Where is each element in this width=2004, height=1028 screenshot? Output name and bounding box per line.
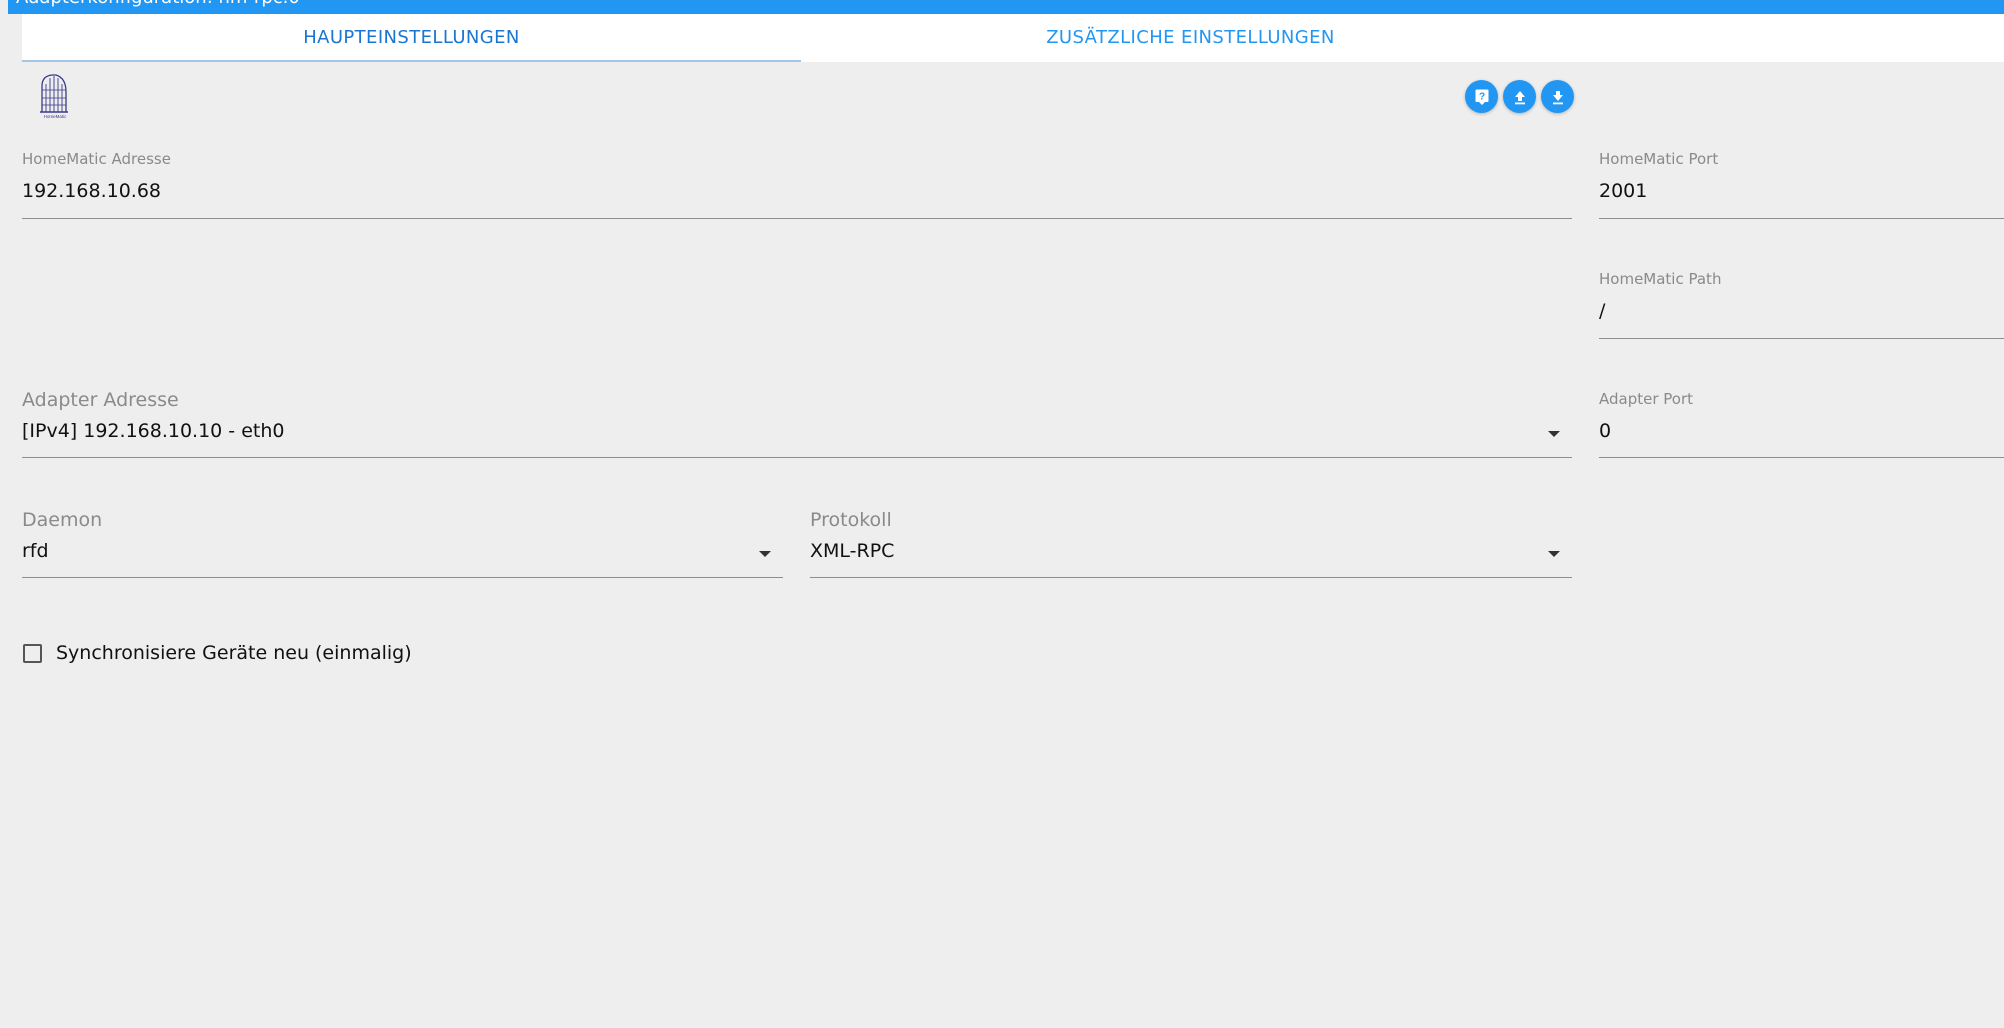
adapter-port-label: Adapter Port [1599,390,1694,408]
tab-main-settings[interactable]: HAUPTEINSTELLUNGEN [22,14,801,62]
upload-button[interactable] [1503,80,1536,113]
homematic-path-label: HomeMatic Path [1599,270,1722,288]
svg-text:?: ? [1478,91,1484,102]
homematic-port-label: HomeMatic Port [1599,150,1719,168]
chevron-down-icon[interactable] [1548,551,1560,557]
chevron-down-icon[interactable] [759,551,771,557]
daemon-select[interactable]: Daemon rfd [22,509,783,579]
adapter-port-field[interactable]: Adapter Port 0 [1599,390,2004,460]
sync-devices-checkbox[interactable] [23,644,42,663]
help-icon: ? [1475,89,1488,105]
homematic-address-label: HomeMatic Adresse [22,150,171,168]
homematic-port-underline [1599,218,2004,219]
upload-icon [1514,90,1525,104]
protocol-select[interactable]: Protokoll XML-RPC [810,509,1572,579]
adapter-config-page: Adapterkonfiguration: hm-rpc.0 HAUPTEINS… [0,0,2004,1028]
tab-additional-settings[interactable]: ZUSÄTZLICHE EINSTELLUNGEN [801,14,1580,62]
homematic-address-input[interactable]: 192.168.10.68 [22,180,161,202]
homematic-address-underline [22,218,1572,219]
daemon-value: rfd [22,540,49,562]
adapter-port-input[interactable]: 0 [1599,420,1611,442]
adapter-address-underline [22,457,1572,458]
adapter-address-label: Adapter Adresse [22,389,179,411]
protocol-value: XML-RPC [810,540,895,562]
homematic-port-field[interactable]: HomeMatic Port 2001 [1599,150,2004,220]
adapter-port-underline [1599,457,2004,458]
logo-text: HomeMatic [44,114,68,119]
daemon-label: Daemon [22,509,103,531]
homematic-path-field[interactable]: HomeMatic Path / [1599,270,2004,340]
protocol-label: Protokoll [810,509,892,531]
adapter-address-select[interactable]: Adapter Adresse [IPv4] 192.168.10.10 - e… [22,389,1572,459]
download-button[interactable] [1541,80,1574,113]
chevron-down-icon[interactable] [1548,431,1560,437]
window-title-bar: Adapterkonfiguration: hm-rpc.0 [8,0,2004,14]
daemon-underline [22,577,783,578]
homematic-address-field[interactable]: HomeMatic Adresse 192.168.10.68 [22,150,1572,220]
adapter-address-value: [IPv4] 192.168.10.10 - eth0 [22,420,285,442]
homematic-logo: HomeMatic [38,72,72,120]
protocol-underline [810,577,1572,578]
sync-devices-label[interactable]: Synchronisiere Geräte neu (einmalig) [56,642,412,664]
homematic-port-input[interactable]: 2001 [1599,180,1647,202]
window-title: Adapterkonfiguration: hm-rpc.0 [16,0,300,8]
tab-bar: HAUPTEINSTELLUNGEN ZUSÄTZLICHE EINSTELLU… [22,14,2004,62]
help-button[interactable]: ? [1465,80,1498,113]
homematic-path-underline [1599,338,2004,339]
homematic-path-input[interactable]: / [1599,300,1605,322]
download-icon [1552,90,1563,104]
